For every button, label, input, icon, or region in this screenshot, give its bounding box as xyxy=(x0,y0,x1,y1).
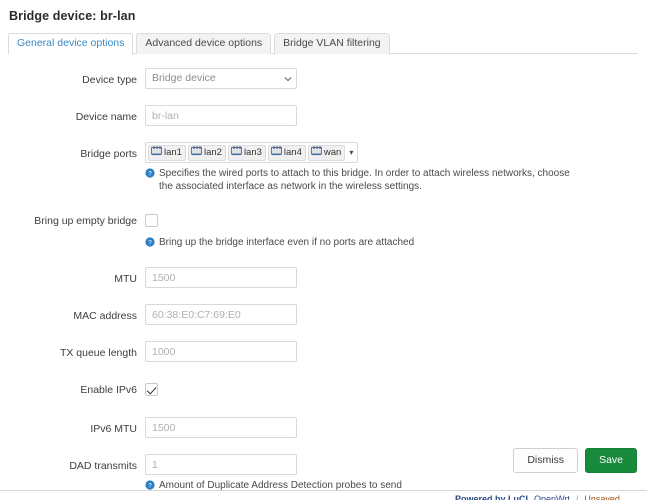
tab-bridge-vlan-filtering[interactable]: Bridge VLAN filtering xyxy=(274,33,390,54)
mac-address-label: MAC address xyxy=(73,310,137,322)
tab-bar: General device options Advanced device o… xyxy=(8,32,638,55)
page-footer-link[interactable]: OpenWrt xyxy=(534,494,570,500)
ipv6-mtu-label: IPv6 MTU xyxy=(90,423,137,435)
bridge-ports-selector[interactable]: lan1 lan2 lan3 lan4 wan ▾ xyxy=(145,142,359,163)
device-type-label: Device type xyxy=(82,74,137,86)
enable-ipv6-label: Enable IPv6 xyxy=(80,384,137,396)
svg-text:?: ? xyxy=(148,240,152,247)
device-name-input[interactable] xyxy=(145,105,297,126)
ethernet-port-icon xyxy=(151,146,162,159)
bridge-ports-help-text: Specifies the wired ports to attach to t… xyxy=(159,168,570,192)
port-chip-wan[interactable]: wan xyxy=(307,144,346,161)
field-row-device-type: Device type Bridge device xyxy=(0,68,647,89)
tab-advanced-device-options[interactable]: Advanced device options xyxy=(136,33,272,54)
ports-dropdown-caret-icon[interactable]: ▾ xyxy=(349,148,353,157)
device-type-select[interactable]: Bridge device xyxy=(145,68,297,89)
ethernet-port-icon xyxy=(230,146,242,159)
port-chip-lan4[interactable]: lan4 xyxy=(267,144,306,161)
page-footer-separator: / xyxy=(575,494,579,500)
bridge-device-dialog-screen: Bridge device: br-lan General device opt… xyxy=(0,0,647,500)
port-chip-label: wan xyxy=(323,147,342,158)
page-footer-brand: Powered by LuCI xyxy=(455,494,529,500)
bring-up-empty-bridge-help-text: Bring up the bridge interface even if no… xyxy=(159,237,415,248)
device-name-label: Device name xyxy=(75,111,137,123)
save-button[interactable]: Save xyxy=(585,447,637,473)
field-row-bridge-ports: Bridge ports lan1 lan2 lan3 lan4 wan ▾ ?… xyxy=(0,142,647,193)
page-footer-status: Unsaved xyxy=(584,494,620,500)
mtu-label: MTU xyxy=(114,273,137,285)
svg-text:?: ? xyxy=(148,171,152,178)
device-type-select-wrapper: Bridge device xyxy=(145,68,297,89)
general-device-options-form: Device type Bridge device Device name br… xyxy=(0,54,647,494)
bridge-ports-label: Bridge ports xyxy=(80,148,137,160)
dismiss-button[interactable]: Dismiss xyxy=(513,447,579,473)
bridge-device-modal: Bridge device: br-lan General device opt… xyxy=(0,0,647,491)
field-row-bring-up-empty-bridge: Bring up empty bridge ? Bring up the bri… xyxy=(0,209,647,251)
question-circle-icon: ? xyxy=(145,237,155,251)
tab-label: Advanced device options xyxy=(145,37,263,49)
mac-address-input[interactable] xyxy=(145,304,297,325)
field-row-ipv6-mtu: IPv6 MTU xyxy=(0,417,647,438)
bring-up-empty-bridge-label: Bring up empty bridge xyxy=(34,215,137,227)
ethernet-port-icon xyxy=(310,146,322,159)
ethernet-port-icon xyxy=(270,146,282,159)
ethernet-port-icon xyxy=(190,146,202,159)
enable-ipv6-checkbox[interactable] xyxy=(145,383,158,396)
field-row-mtu: MTU xyxy=(0,267,647,288)
tx-queue-length-input[interactable] xyxy=(145,341,297,362)
field-row-tx-queue-length: TX queue length xyxy=(0,341,647,362)
svg-text:?: ? xyxy=(148,483,152,490)
port-chip-lan3[interactable]: lan3 xyxy=(227,144,266,161)
page-footer: Powered by LuCI OpenWrt / Unsaved xyxy=(0,490,647,500)
bring-up-empty-bridge-help: ? Bring up the bridge interface even if … xyxy=(145,236,575,251)
port-chip-label: lan4 xyxy=(283,147,302,158)
field-row-enable-ipv6: Enable IPv6 xyxy=(0,378,647,401)
tab-general-device-options[interactable]: General device options xyxy=(8,33,134,55)
port-chip-label: lan2 xyxy=(203,147,222,158)
port-chip-lan1[interactable]: lan1 xyxy=(148,144,186,161)
tab-label: General device options xyxy=(17,37,125,49)
tab-label: Bridge VLAN filtering xyxy=(283,37,381,49)
port-chip-label: lan3 xyxy=(243,147,262,158)
bring-up-empty-bridge-checkbox[interactable] xyxy=(145,214,158,227)
mtu-input[interactable] xyxy=(145,267,297,288)
modal-title: Bridge device: br-lan xyxy=(9,9,136,23)
port-chip-label: lan1 xyxy=(164,147,182,158)
port-chip-lan2[interactable]: lan2 xyxy=(187,144,226,161)
tx-queue-length-label: TX queue length xyxy=(59,347,137,359)
ipv6-mtu-input[interactable] xyxy=(145,417,297,438)
question-circle-icon: ? xyxy=(145,168,155,182)
bridge-ports-help: ? Specifies the wired ports to attach to… xyxy=(145,167,575,193)
modal-footer: Dismiss Save xyxy=(0,440,647,480)
field-row-mac-address: MAC address xyxy=(0,304,647,325)
page-footer-content: Powered by LuCI OpenWrt / Unsaved xyxy=(455,494,620,500)
field-row-device-name: Device name xyxy=(0,105,647,126)
